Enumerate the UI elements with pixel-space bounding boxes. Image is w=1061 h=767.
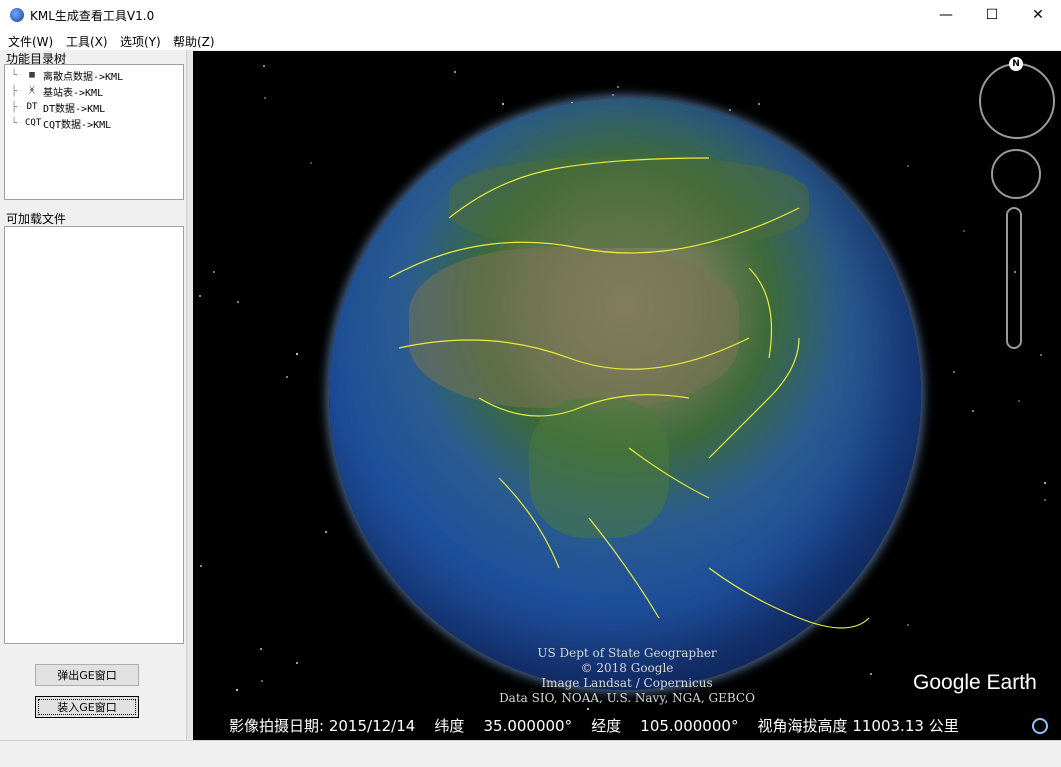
status-bar bbox=[0, 740, 1061, 767]
google-earth-logo: Google Earth bbox=[913, 671, 1037, 694]
star bbox=[325, 531, 327, 533]
title-bar: KML生成查看工具V1.0 — ☐ ✕ bbox=[0, 0, 1061, 30]
window-title: KML生成查看工具V1.0 bbox=[30, 9, 155, 23]
minimize-button[interactable]: — bbox=[923, 0, 969, 30]
grid-icon: ▦ bbox=[29, 70, 35, 80]
dt-icon: DT bbox=[26, 102, 38, 112]
star bbox=[953, 371, 955, 373]
cqt-icon: CQT bbox=[25, 118, 42, 128]
longitude-value: 105.000000° bbox=[640, 717, 739, 735]
star bbox=[587, 708, 589, 710]
longitude-label: 经度 bbox=[591, 717, 622, 735]
tree-connector: └ bbox=[11, 117, 18, 129]
globe[interactable] bbox=[329, 98, 921, 690]
star bbox=[200, 565, 202, 567]
zoom-slider[interactable] bbox=[1006, 207, 1022, 349]
dock-ge-button[interactable]: 装入GE窗口 bbox=[35, 696, 139, 718]
maximize-button[interactable]: ☐ bbox=[969, 0, 1015, 30]
star bbox=[264, 97, 266, 99]
imagery-date: 2015/12/14 bbox=[328, 717, 416, 735]
star bbox=[454, 71, 456, 73]
star bbox=[286, 376, 288, 378]
star bbox=[1044, 499, 1046, 501]
streaming-indicator-icon bbox=[1032, 718, 1048, 734]
star bbox=[310, 162, 312, 164]
star bbox=[199, 295, 201, 297]
star bbox=[612, 94, 614, 96]
menu-options[interactable]: 选项(Y) bbox=[120, 33, 161, 50]
tree-item-label: DT数据->KML bbox=[43, 103, 106, 115]
left-panel: 功能目录树 └ ▦ 离散点数据->KML ├ ᚸ 基站表->KML ├ DT D… bbox=[0, 50, 192, 740]
star bbox=[263, 65, 265, 67]
latitude-label: 纬度 bbox=[434, 717, 465, 735]
menu-help[interactable]: 帮助(Z) bbox=[173, 33, 215, 50]
app-globe-icon bbox=[10, 8, 24, 22]
star bbox=[617, 86, 619, 88]
star bbox=[1018, 400, 1020, 402]
north-indicator: N bbox=[1009, 57, 1023, 71]
tree-connector: └ bbox=[11, 69, 18, 81]
eye-altitude-value: 11003.13 bbox=[852, 717, 924, 735]
tree-item-cqt-kml[interactable]: └ CQT CQT数据->KML bbox=[11, 115, 111, 131]
tree-item-basestation-kml[interactable]: ├ ᚸ 基站表->KML bbox=[11, 83, 103, 99]
menu-bar: 文件(W) 工具(X) 选项(Y) 帮助(Z) bbox=[0, 30, 1061, 50]
imagery-date-label: 影像拍摄日期: bbox=[229, 717, 325, 735]
star bbox=[1040, 354, 1042, 356]
tree-item-dt-kml[interactable]: ├ DT DT数据->KML bbox=[11, 99, 105, 115]
tree-item-label: 离散点数据->KML bbox=[43, 71, 124, 83]
tree-connector: ├ bbox=[11, 101, 18, 113]
popout-ge-button[interactable]: 弹出GE窗口 bbox=[35, 664, 139, 686]
map-status-bar: 影像拍摄日期: 2015/12/14 纬度 35.000000° 经度 105.… bbox=[229, 715, 959, 736]
close-button[interactable]: ✕ bbox=[1015, 0, 1061, 30]
tree-item-label: 基站表->KML bbox=[43, 87, 104, 99]
star bbox=[972, 410, 974, 412]
menu-file[interactable]: 文件(W) bbox=[8, 33, 53, 50]
country-borders bbox=[388, 157, 870, 629]
credit-line: US Dept of State Geographer bbox=[537, 646, 717, 660]
eye-altitude-label: 视角海拔高度 bbox=[757, 717, 848, 735]
tree-item-scatter-kml[interactable]: └ ▦ 离散点数据->KML bbox=[11, 67, 123, 83]
star bbox=[296, 353, 298, 355]
menu-tools[interactable]: 工具(X) bbox=[66, 33, 108, 50]
function-tree: └ ▦ 离散点数据->KML ├ ᚸ 基站表->KML ├ DT DT数据->K… bbox=[4, 64, 184, 200]
star bbox=[1044, 482, 1046, 484]
panel-splitter[interactable] bbox=[186, 50, 193, 740]
latitude-value: 35.000000° bbox=[483, 717, 573, 735]
tower-icon: ᚸ bbox=[29, 86, 35, 96]
look-joystick[interactable] bbox=[991, 149, 1041, 199]
loadable-files-label: 可加载文件 bbox=[6, 212, 67, 226]
loadable-files-list[interactable] bbox=[4, 226, 184, 644]
google-earth-viewer[interactable]: N US Dept of State Geographer © 2018 Goo… bbox=[193, 51, 1061, 740]
star bbox=[237, 301, 239, 303]
star bbox=[213, 271, 215, 273]
eye-altitude-unit: 公里 bbox=[928, 717, 959, 735]
star bbox=[963, 230, 965, 232]
tree-connector: ├ bbox=[11, 85, 18, 97]
compass-ring[interactable]: N bbox=[979, 57, 1055, 139]
tree-item-label: CQT数据->KML bbox=[43, 119, 112, 131]
